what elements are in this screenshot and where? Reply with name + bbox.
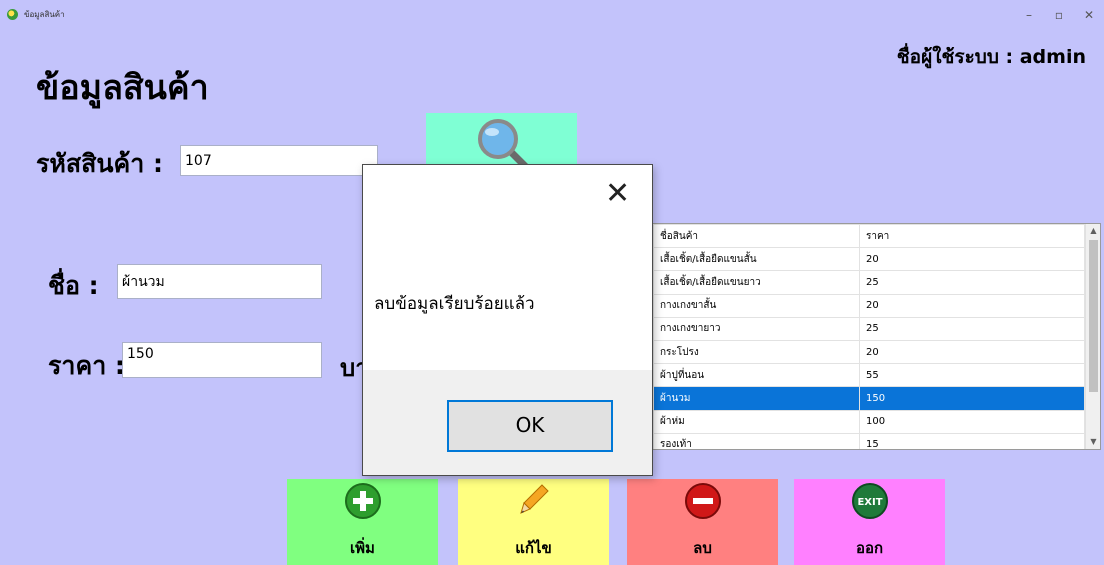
add-button[interactable]: เพิ่ม — [287, 479, 438, 565]
scroll-up-icon[interactable]: ▲ — [1086, 224, 1100, 238]
row-name: ผ้าห่ม — [653, 409, 860, 434]
row-name: เสื้อเชิ้ต/เสื้อยืดแขนยาว — [653, 270, 860, 295]
delete-button[interactable]: ลบ — [627, 479, 778, 565]
row-name: กางเกงขายาว — [653, 316, 860, 341]
scroll-down-icon[interactable]: ▼ — [1086, 435, 1100, 449]
table-row[interactable]: รองเท้า 15 — [653, 432, 1085, 449]
scroll-thumb[interactable] — [1089, 240, 1098, 392]
row-price: 20 — [859, 339, 1085, 365]
row-price: 100 — [859, 409, 1085, 434]
price-label: ราคา : — [48, 351, 125, 380]
remove-icon — [684, 483, 721, 519]
row-name: กระโปรง — [653, 339, 860, 365]
dialog-footer: OK — [363, 370, 652, 475]
row-price: 150 — [859, 386, 1085, 411]
row-price: 25 — [859, 316, 1085, 341]
row-price: 55 — [859, 363, 1085, 388]
page-title: ข้อมูลสินค้า — [36, 68, 209, 108]
delete-button-label: ลบ — [693, 539, 712, 557]
product-table[interactable]: ชื่อสินค้า ราคา เสื้อเชิ้ต/เสื้อยืดแขนสั… — [652, 223, 1101, 450]
dialog-close-button[interactable]: ✕ — [605, 179, 630, 209]
column-header-price[interactable]: ราคา — [859, 224, 1085, 249]
ok-button[interactable]: OK — [447, 400, 613, 452]
svg-text:EXIT: EXIT — [857, 497, 882, 508]
table-row[interactable]: ผ้าห่ม 100 — [653, 409, 1085, 434]
product-name-input[interactable] — [117, 264, 322, 299]
table-row[interactable]: กางเกงขายาว 25 — [653, 316, 1085, 341]
row-name: ผ้านวม — [653, 386, 860, 411]
exit-icon: EXIT — [851, 483, 888, 519]
pencil-icon — [519, 484, 549, 514]
add-icon — [344, 483, 381, 519]
table-row[interactable]: ผ้าปูที่นอน 55 — [653, 363, 1085, 388]
dialog-message: ลบข้อมูลเรียบร้อยแล้ว — [374, 294, 535, 314]
product-code-input[interactable] — [180, 145, 378, 176]
table-row[interactable]: เสื้อเชิ้ต/เสื้อยืดแขนยาว 25 — [653, 270, 1085, 295]
row-name: ผ้าปูที่นอน — [653, 363, 860, 388]
price-input[interactable] — [122, 342, 322, 378]
product-name-label: ชื่อ : — [48, 271, 99, 300]
row-price: 15 — [859, 432, 1085, 449]
table-row[interactable]: กระโปรง 20 — [653, 339, 1085, 365]
add-button-label: เพิ่ม — [350, 539, 375, 557]
maximize-button[interactable]: ▫ — [1044, 4, 1074, 26]
minimize-button[interactable]: – — [1014, 4, 1044, 26]
title-bar: ข้อมูลสินค้า – ▫ ✕ — [0, 0, 1104, 30]
row-price: 20 — [859, 293, 1085, 318]
user-info: ชื่อผู้ใช้ระบบ : admin — [896, 46, 1086, 68]
table-scrollbar[interactable]: ▲ ▼ — [1085, 224, 1100, 449]
row-name: รองเท้า — [653, 432, 860, 449]
app-icon — [7, 9, 18, 20]
window-title: ข้อมูลสินค้า — [24, 10, 65, 19]
close-window-button[interactable]: ✕ — [1074, 4, 1104, 26]
column-header-name[interactable]: ชื่อสินค้า — [653, 224, 860, 249]
product-code-label: รหัสสินค้า : — [36, 149, 163, 178]
row-name: เสื้อเชิ้ต/เสื้อยืดแขนสั้น — [653, 247, 860, 272]
table-row[interactable]: กางเกงขาสั้น 20 — [653, 293, 1085, 318]
edit-button[interactable]: แก้ไข — [458, 479, 609, 565]
message-dialog: ✕ ลบข้อมูลเรียบร้อยแล้ว OK — [362, 164, 653, 476]
row-name: กางเกงขาสั้น — [653, 293, 860, 318]
exit-button[interactable]: EXIT ออก — [794, 479, 945, 565]
exit-button-label: ออก — [855, 539, 884, 557]
edit-button-label: แก้ไข — [515, 539, 552, 557]
table-row[interactable]: เสื้อเชิ้ต/เสื้อยืดแขนสั้น 20 — [653, 247, 1085, 272]
row-price: 25 — [859, 270, 1085, 295]
row-price: 20 — [859, 247, 1085, 272]
table-header-row: ชื่อสินค้า ราคา — [653, 224, 1085, 249]
table-row-selected[interactable]: ผ้านวม 150 — [653, 386, 1085, 411]
